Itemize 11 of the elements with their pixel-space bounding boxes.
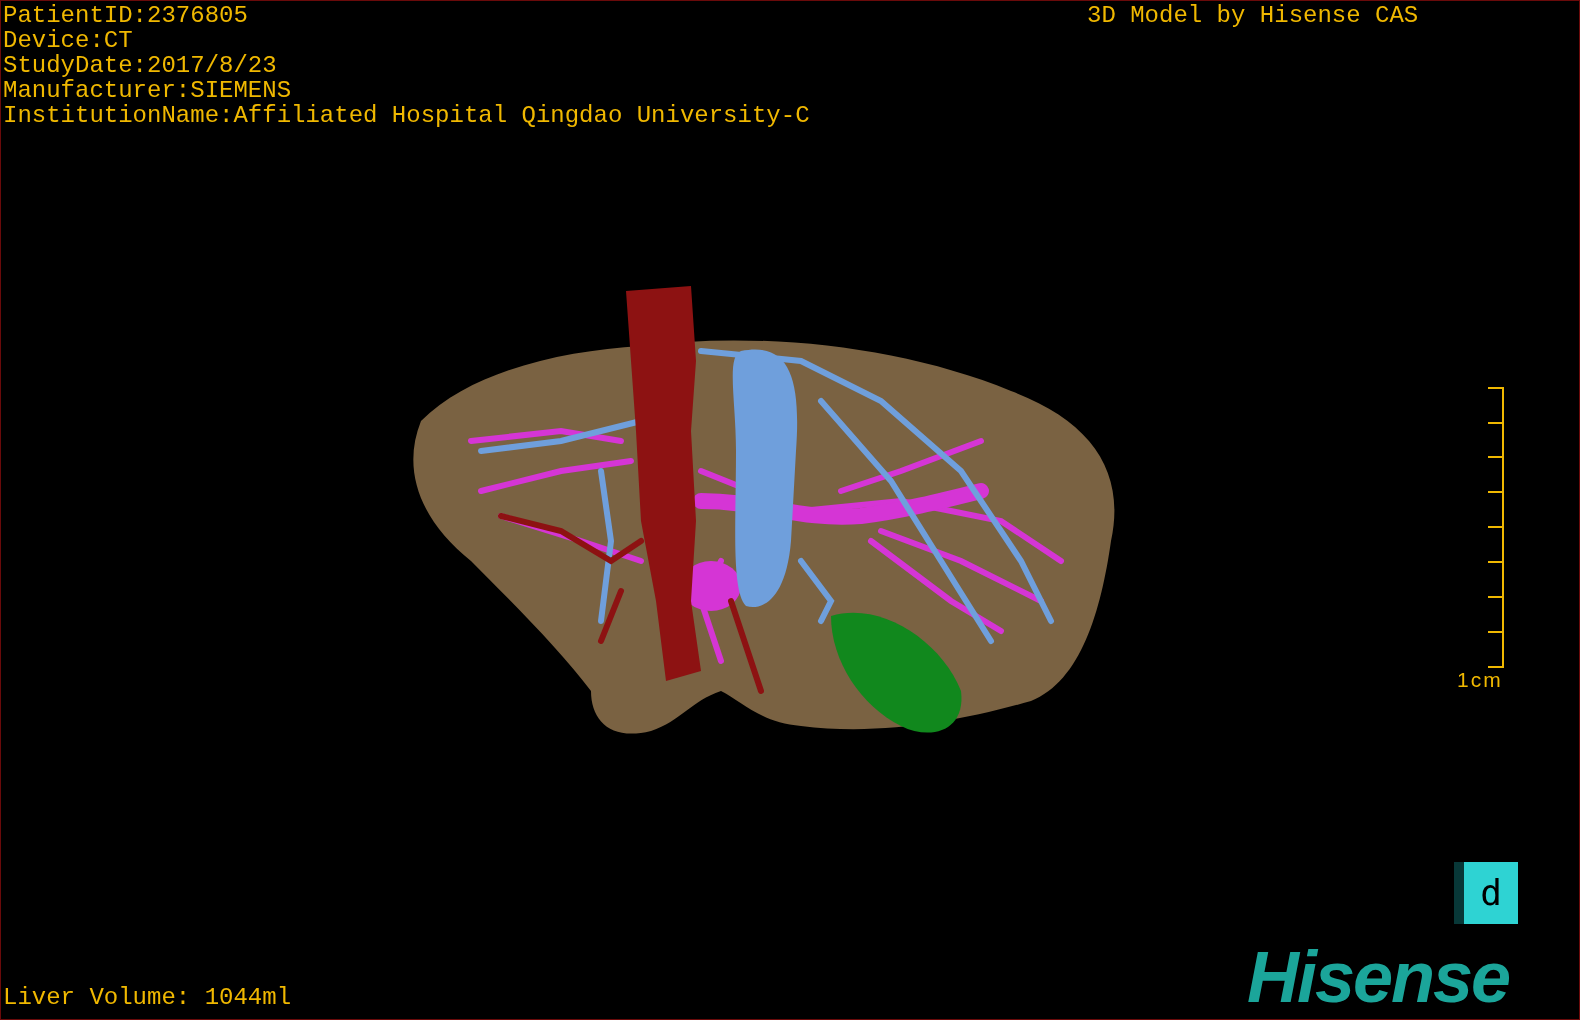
study-info-line: Manufacturer:SIEMENS	[3, 78, 293, 103]
scale-bar-icon	[1488, 387, 1505, 668]
study-info-line: Device:CT	[3, 28, 134, 53]
study-info-line: StudyDate:2017/8/23	[3, 53, 278, 78]
study-info-line: PatientID:2376805	[3, 3, 249, 28]
brand-logo: Hisense	[1247, 937, 1510, 1017]
study-info-line: InstitutionName:Affiliated Hospital Qingdao University-C	[3, 103, 810, 128]
liver-volume: Liver Volume: 1044ml	[3, 985, 292, 1010]
view-button[interactable]: d	[1454, 862, 1518, 924]
scale-label: 1cm	[1457, 669, 1503, 691]
model-title: 3D Model by Hisense CAS	[1087, 3, 1419, 28]
